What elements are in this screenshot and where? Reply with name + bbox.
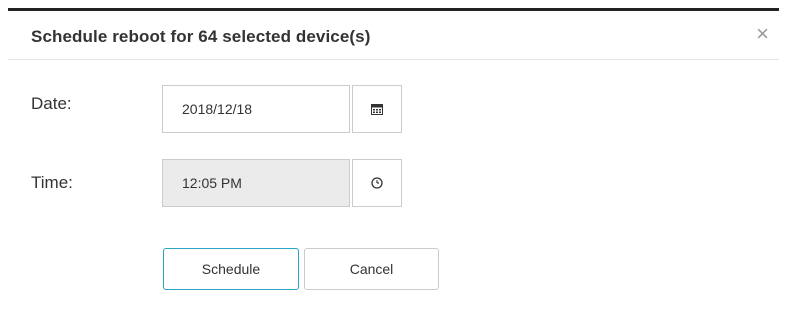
- clock-icon: [371, 177, 383, 189]
- cancel-button[interactable]: Cancel: [304, 248, 439, 290]
- close-icon[interactable]: ×: [756, 23, 769, 45]
- calendar-icon: [371, 104, 383, 115]
- date-label: Date:: [31, 94, 72, 113]
- time-field: 12:05 PM: [162, 159, 350, 207]
- clock-button[interactable]: [352, 159, 402, 207]
- schedule-reboot-dialog: Schedule reboot for 64 selected device(s…: [0, 0, 787, 326]
- dialog-title: Schedule reboot for 64 selected device(s…: [31, 27, 371, 46]
- time-label: Time:: [31, 173, 73, 192]
- calendar-button[interactable]: [352, 85, 402, 133]
- date-field[interactable]: 2018/12/18: [162, 85, 350, 133]
- dialog-header: Schedule reboot for 64 selected device(s…: [8, 11, 779, 60]
- schedule-button[interactable]: Schedule: [163, 248, 299, 290]
